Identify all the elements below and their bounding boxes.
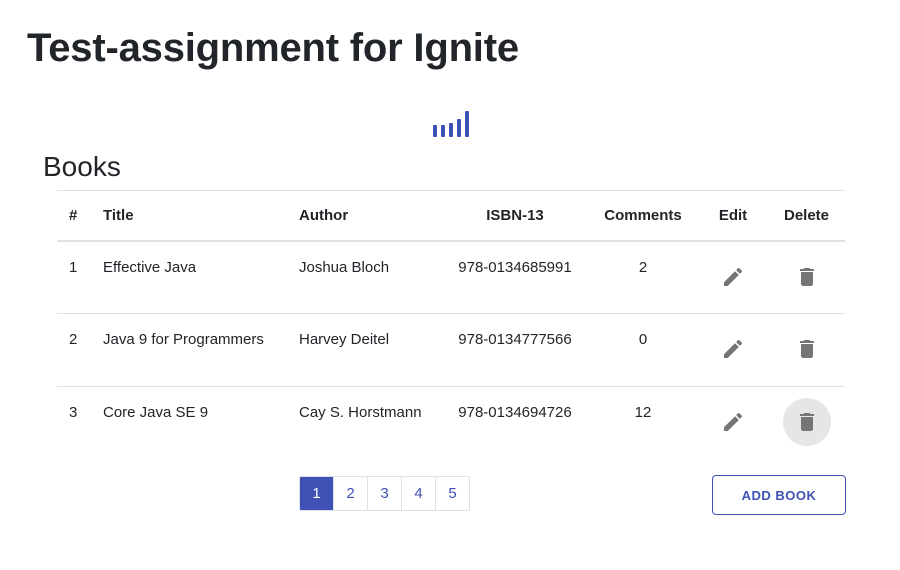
add-book-button[interactable]: ADD BOOK: [712, 475, 846, 515]
delete-button[interactable]: [782, 398, 831, 446]
edit-cell: [698, 240, 768, 314]
edit-button[interactable]: [709, 325, 757, 373]
page-link-1[interactable]: 1: [300, 477, 333, 510]
book-comments-count: 12: [634, 404, 652, 421]
book-author: Cay S. Horstmann: [299, 404, 422, 421]
trash-icon: [799, 340, 814, 358]
edit-cell: [698, 313, 768, 387]
loading-indicator: [433, 111, 473, 137]
page-title: Test-assignment for Ignite: [27, 26, 519, 70]
pencil-icon: [724, 339, 743, 358]
column-header-edit: Edit: [698, 190, 768, 242]
edit-button[interactable]: [709, 398, 757, 446]
page-link-2[interactable]: 2: [333, 477, 367, 510]
column-header-title: Title: [91, 190, 287, 242]
loader-bar: [465, 111, 469, 137]
page-link-5[interactable]: 5: [435, 477, 469, 510]
column-header-delete: Delete: [768, 190, 845, 242]
book-title: Effective Java: [91, 240, 287, 314]
delete-cell: [768, 387, 845, 460]
delete-cell: [768, 240, 845, 314]
book-number: 1: [57, 240, 91, 314]
book-title: Java 9 for Programmers: [91, 313, 287, 387]
table-row: 2 Java 9 for Programmers Harvey Deitel 9…: [57, 313, 845, 387]
book-isbn: 978-0134685991: [442, 240, 588, 314]
loader-bar: [457, 119, 461, 137]
column-header-comments: Comments: [588, 190, 698, 242]
edit-cell: [698, 387, 768, 460]
edit-button[interactable]: [709, 253, 757, 301]
column-header-number: #: [57, 190, 91, 242]
column-header-isbn: ISBN-13: [442, 190, 588, 242]
delete-button[interactable]: [783, 325, 831, 373]
book-number: 3: [69, 404, 78, 421]
book-title: Core Java SE 9: [103, 404, 209, 421]
book-author: Joshua Bloch: [287, 240, 442, 314]
trash-icon: [799, 267, 814, 286]
pagination: 1 2 3 4 5: [299, 476, 470, 511]
book-comments-count: 0: [588, 313, 698, 387]
book-number: 2: [57, 313, 91, 387]
delete-button[interactable]: [783, 253, 831, 301]
trash-icon: [799, 413, 814, 431]
loader-bar: [441, 125, 445, 137]
book-isbn: 978-0134694726: [458, 404, 572, 421]
pencil-icon: [724, 412, 743, 431]
loader-bar: [449, 123, 453, 137]
loader-bar: [433, 125, 437, 137]
book-isbn: 978-0134777566: [442, 313, 588, 387]
books-table-container: # Title Author ISBN-13 Comments Edit Del…: [57, 190, 845, 460]
table-row: 3 Core Java SE 9 Cay S. Horstmann 978-01…: [57, 387, 845, 460]
table-header-row: # Title Author ISBN-13 Comments Edit Del…: [57, 190, 845, 242]
books-table: # Title Author ISBN-13 Comments Edit Del…: [57, 190, 845, 460]
pencil-icon: [724, 267, 743, 286]
page-link-4[interactable]: 4: [401, 477, 435, 510]
table-row: 1 Effective Java Joshua Bloch 978-013468…: [57, 240, 845, 314]
book-author: Harvey Deitel: [287, 313, 442, 387]
column-header-author: Author: [287, 190, 442, 242]
delete-cell: [768, 313, 845, 387]
page-link-3[interactable]: 3: [367, 477, 401, 510]
book-comments-count: 2: [588, 240, 698, 314]
books-heading: Books: [43, 151, 121, 182]
